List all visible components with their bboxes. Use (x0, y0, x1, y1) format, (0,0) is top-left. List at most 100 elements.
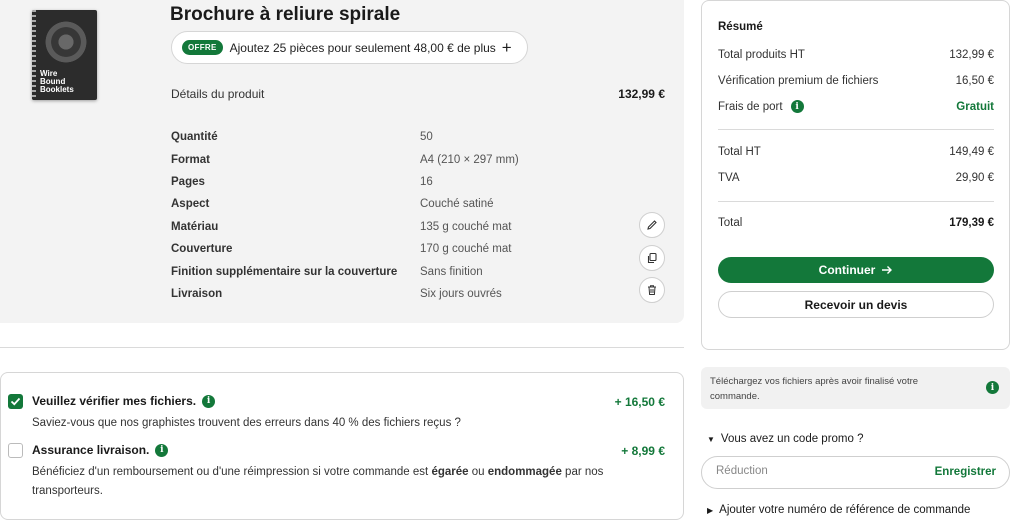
options-panel: Veuillez vérifier mes fichiers. i Saviez-… (0, 372, 684, 520)
spec-value: Sans finition (420, 265, 483, 278)
desc-part: ou (468, 466, 488, 478)
option-price: + 8,99 € (621, 444, 665, 458)
spec-label: Format (171, 153, 210, 166)
continue-label: Continuer (818, 263, 876, 277)
summary-row: Total HT 149,49 € (718, 146, 994, 158)
option-description: Saviez-vous que nos graphistes trouvent … (32, 417, 461, 429)
summary-total-row: Total 179,39 € (718, 217, 994, 229)
summary-total-label: Total (718, 217, 743, 229)
spec-label: Pages (171, 175, 205, 188)
summary-row: Vérification premium de fichiers 16,50 € (718, 75, 994, 87)
spec-row: Livraison Six jours ouvrés (171, 283, 519, 305)
product-title: Brochure à reliure spirale (170, 4, 401, 25)
option-price: + 16,50 € (614, 395, 665, 409)
summary-value: 132,99 € (949, 49, 994, 61)
delivery-insurance-checkbox[interactable] (8, 443, 23, 458)
product-details-header: Détails du produit 132,99 € (171, 87, 665, 101)
spec-value: Couché satiné (420, 198, 494, 211)
promo-toggle[interactable]: ▼ Vous avez un code promo ? (707, 433, 864, 445)
cover-art (40, 16, 92, 68)
spec-row: Finition supplémentaire sur la couvertur… (171, 260, 519, 282)
info-icon[interactable]: i (790, 100, 804, 113)
desc-part: Bénéficiez d'un remboursement ou d'une r… (32, 466, 432, 478)
option-title: Veuillez vérifier mes fichiers. i (32, 394, 216, 408)
summary-total-value: 179,39 € (949, 217, 994, 229)
product-card: Wire Bound Booklets Brochure à reliure s… (0, 0, 684, 323)
summary-value: Gratuit (956, 100, 994, 113)
copy-button[interactable] (639, 245, 665, 271)
spec-label: Couverture (171, 243, 233, 256)
reference-toggle-label: Ajouter votre numéro de référence de com… (719, 504, 971, 516)
spec-label: Matériau (171, 220, 219, 233)
file-check-checkbox[interactable] (8, 394, 23, 409)
upload-notice: Téléchargez vos fichiers après avoir fin… (701, 367, 1010, 409)
spec-label: Finition supplémentaire sur la couvertur… (171, 265, 398, 278)
summary-label: Frais de port (718, 100, 783, 113)
product-details-label: Détails du produit (171, 87, 265, 101)
summary-row: TVA 29,90 € (718, 172, 994, 184)
info-icon[interactable]: i (202, 394, 216, 408)
spec-value: 50 (420, 131, 433, 144)
delete-button[interactable] (639, 277, 665, 303)
spec-label: Quantité (171, 131, 218, 144)
notice-text: Téléchargez vos fichiers après avoir fin… (710, 376, 919, 402)
section-divider (0, 347, 684, 348)
product-thumbnail: Wire Bound Booklets (32, 10, 97, 100)
option-title: Assurance livraison. i (32, 443, 169, 457)
option-description: Bénéficiez d'un remboursement ou d'une r… (32, 463, 622, 501)
desc-bold: endommagée (487, 466, 562, 478)
caret-right-icon: ▶ (707, 505, 714, 515)
reference-toggle[interactable]: ▶ Ajouter votre numéro de référence de c… (707, 504, 970, 516)
edit-icon (647, 220, 657, 230)
info-icon[interactable]: i (986, 381, 999, 394)
offer-badge: OFFRE (182, 40, 223, 55)
summary-label: TVA (718, 172, 740, 184)
summary-row: Frais de port i Gratuit (718, 100, 994, 113)
spec-label: Aspect (171, 198, 210, 211)
promo-code-input[interactable] (716, 465, 916, 477)
offer-pill[interactable]: OFFRE Ajoutez 25 pièces pour seulement 4… (171, 31, 528, 64)
promo-save-button[interactable]: Enregistrer (935, 466, 996, 478)
spec-row: Couverture 170 g couché mat (171, 238, 519, 260)
continue-button[interactable]: Continuer (718, 257, 994, 283)
summary-divider (718, 129, 994, 130)
spec-row: Aspect Couché satiné (171, 193, 519, 215)
thumbnail-caption: Wire Bound Booklets (40, 69, 74, 94)
promo-field: Enregistrer (701, 456, 1010, 489)
summary-value: 29,90 € (955, 172, 994, 184)
check-icon (10, 397, 21, 406)
spec-label: Livraison (171, 287, 223, 300)
summary-value: 16,50 € (955, 75, 994, 87)
spec-row: Format A4 (210 × 297 mm) (171, 148, 519, 170)
option-title-text: Veuillez vérifier mes fichiers. (32, 394, 197, 408)
plus-icon[interactable]: + (502, 39, 512, 56)
summary-heading: Résumé (718, 21, 763, 33)
summary-label: Total HT (718, 146, 761, 158)
spec-value: Six jours ouvrés (420, 287, 502, 300)
product-details-price: 132,99 € (618, 87, 665, 101)
spec-list: Quantité 50 Format A4 (210 × 297 mm) Pages… (171, 126, 519, 305)
edit-button[interactable] (639, 212, 665, 238)
spec-row: Pages 16 (171, 171, 519, 193)
spec-row: Quantité 50 (171, 126, 519, 148)
promo-toggle-label: Vous avez un code promo ? (720, 433, 864, 445)
trash-icon (648, 285, 656, 295)
caret-down-icon: ▼ (707, 434, 715, 444)
spec-value: 170 g couché mat (420, 243, 512, 256)
arrow-right-icon (882, 266, 893, 274)
info-icon[interactable]: i (155, 443, 169, 457)
summary-label: Vérification premium de fichiers (718, 75, 879, 87)
offer-text: Ajoutez 25 pièces pour seulement 48,00 €… (229, 40, 496, 55)
quote-button[interactable]: Recevoir un devis (718, 291, 994, 318)
spec-value: 135 g couché mat (420, 220, 512, 233)
copy-icon (647, 252, 657, 264)
spec-row: Matériau 135 g couché mat (171, 216, 519, 238)
summary-divider (718, 201, 994, 202)
spec-value: 16 (420, 175, 433, 188)
summary-label: Total produits HT (718, 49, 805, 61)
desc-bold: égarée (431, 466, 469, 478)
quote-label: Recevoir un devis (804, 297, 908, 312)
spec-value: A4 (210 × 297 mm) (420, 153, 519, 166)
order-summary: Résumé Total produits HT 132,99 € Vérific… (701, 0, 1010, 350)
summary-row: Total produits HT 132,99 € (718, 49, 994, 61)
